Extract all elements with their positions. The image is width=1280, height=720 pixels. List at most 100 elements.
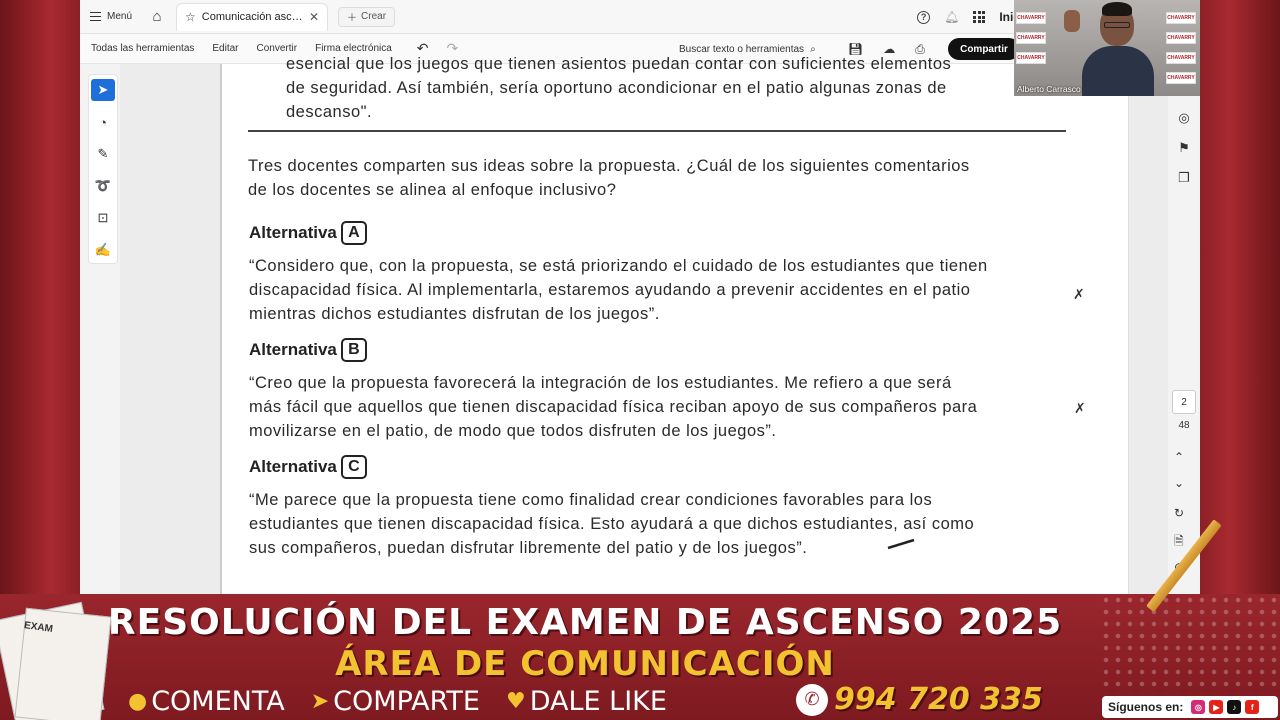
tab-document[interactable]: ☆ Comunicación ascens... ✕	[176, 2, 329, 31]
right-tool-rail: ◎ ⚑ ❐ 2 48 ⌃ ⌄ ↻ 🗎︎ ⊕	[1170, 100, 1198, 600]
presenter-avatar	[1064, 2, 1156, 96]
alternative-line: mientras dichos estudiantes disfrutan de…	[249, 305, 660, 323]
logo-icon: CHAVARRY	[1166, 12, 1196, 24]
banner-subtitle: ÁREA DE COMUNICACIÓN	[335, 644, 835, 684]
hamburger-icon	[90, 12, 101, 21]
divider-line	[248, 130, 1066, 132]
annotation-tool-rail: ➤ ◔ ✎ ➰ ⊡ ✍	[88, 74, 118, 264]
alternative-a-text: “Considero que, con la propuesta, se est…	[249, 254, 1075, 326]
banner-title: RESOLUCIÓN DEL EXAMEN DE ASCENSO 2025	[107, 602, 1063, 643]
logo-icon: CHAVARRY	[1166, 52, 1196, 64]
select-cursor-icon[interactable]: ➤	[91, 79, 115, 101]
menu-button[interactable]: Menú	[80, 0, 142, 34]
alternative-letter-box: A	[340, 221, 367, 245]
pdf-page: esencial que los juegos que tienen asien…	[220, 55, 1129, 600]
menu-label: Menú	[107, 11, 133, 22]
logo-icon: CHAVARRY	[1016, 12, 1046, 24]
comment-icon[interactable]: ◔	[91, 111, 115, 133]
page-export-icon[interactable]: 🗎︎	[1174, 532, 1184, 553]
comment-cta-label: COMENTA	[151, 685, 285, 717]
alternative-line: discapacidad física. Al implementarla, e…	[249, 281, 971, 299]
chevron-up-icon[interactable]: ⌃	[1174, 450, 1184, 464]
question-line: Tres docentes comparten sus ideas sobre …	[248, 157, 970, 175]
apps-grid-icon[interactable]	[973, 11, 986, 23]
refresh-icon[interactable]: ↻	[1174, 506, 1184, 520]
signature-icon[interactable]: ✍	[91, 239, 115, 261]
alternative-line: “Considero que, con la propuesta, se est…	[249, 257, 988, 275]
create-button[interactable]: ＋ Crear	[338, 6, 396, 27]
pages-icon[interactable]: ❐	[1174, 168, 1194, 188]
top-quote-line: de seguridad. Así también, sería oportun…	[286, 79, 947, 97]
star-icon[interactable]: ☆	[185, 10, 196, 24]
document-viewport[interactable]: esencial que los juegos que tienen asien…	[120, 55, 1168, 600]
logo-icon: CHAVARRY	[1016, 52, 1046, 64]
speech-bubble-icon: ●	[128, 688, 148, 714]
alternative-line: “Me parece que la propuesta tiene como f…	[249, 491, 933, 509]
pen-icon[interactable]: ✎	[91, 143, 115, 165]
question-text: Tres docentes comparten sus ideas sobre …	[248, 154, 1078, 202]
alternative-a-heading: Alternativa A	[249, 221, 367, 245]
logo-icon: CHAVARRY	[1016, 32, 1046, 44]
lasso-icon[interactable]: ➰	[91, 175, 115, 197]
top-quote-line: descanso".	[286, 103, 373, 121]
alternative-c-heading: Alternativa C	[249, 455, 367, 479]
alternative-c-text: “Me parece que la propuesta tiene como f…	[249, 488, 1075, 560]
tiktok-icon[interactable]: ♪	[1227, 700, 1242, 714]
alternative-line: “Creo que la propuesta favorecerá la int…	[249, 374, 952, 392]
tab-right-controls: ? 🔔︎ Inic	[917, 0, 1020, 34]
cross-mark-annotation: ✗	[1073, 286, 1085, 302]
share-cta: ➤ COMPARTE	[311, 686, 480, 717]
presenter-name: Alberto Carrasco	[1017, 84, 1081, 94]
webcam-overlay: CHAVARRY CHAVARRY CHAVARRY CHAVARRY CHAV…	[1014, 0, 1200, 96]
help-icon[interactable]: ?	[917, 10, 931, 24]
share-cta-label: COMPARTE	[333, 685, 480, 717]
follow-label: Síguenos en:	[1108, 700, 1184, 714]
alternative-word: Alternativa	[249, 340, 337, 359]
youtube-icon[interactable]: ▶	[1209, 700, 1224, 714]
like-cta-label: DALE LIKE	[529, 685, 667, 717]
alternative-b-heading: Alternativa B	[249, 338, 367, 362]
check-stroke-annotation	[887, 538, 915, 550]
top-quote: esencial que los juegos que tienen asien…	[286, 55, 1076, 124]
ai-assistant-icon[interactable]: ◎	[1174, 108, 1194, 128]
alternative-word: Alternativa	[249, 457, 337, 476]
text-box-icon[interactable]: ⊡	[91, 207, 115, 229]
logo-icon: CHAVARRY	[1166, 32, 1196, 44]
question-line: de los docentes se alinea al enfoque inc…	[248, 181, 617, 199]
home-icon[interactable]: ⌂	[142, 0, 172, 34]
instagram-icon[interactable]: ◎	[1191, 700, 1206, 714]
top-quote-line: esencial que los juegos que tienen asien…	[286, 55, 952, 73]
current-page-field[interactable]: 2	[1172, 390, 1196, 414]
create-label: Crear	[361, 11, 387, 22]
alternative-line: más fácil que aquellos que tienen discap…	[249, 398, 978, 416]
phone-icon: ✆	[796, 683, 828, 716]
tab-title: Comunicación ascens...	[201, 11, 303, 23]
phone-number: 994 720 335	[834, 682, 1043, 717]
alternative-line: sus compañeros, puedan disfrutar libreme…	[249, 539, 808, 557]
alternative-line: movilizarse en el patio, de modo que tod…	[249, 422, 777, 440]
share-arrow-icon: ➤	[310, 688, 330, 714]
plus-icon: ＋	[347, 13, 358, 24]
edit-button[interactable]: Editar	[212, 43, 238, 54]
facebook-icon[interactable]: f	[1245, 700, 1260, 714]
bookmark-icon[interactable]: ⚑	[1174, 138, 1194, 158]
like-cta: ♥ DALE LIKE	[506, 686, 667, 717]
alternative-word: Alternativa	[249, 223, 337, 242]
social-follow-bar: Síguenos en: ◎ ▶ ♪ f	[1102, 696, 1278, 718]
chevron-down-icon[interactable]: ⌄	[1174, 476, 1184, 490]
alternative-letter-box: C	[340, 455, 367, 479]
alternative-b-text: “Creo que la propuesta favorecerá la int…	[249, 371, 1075, 443]
banner-ctas: ● COMENTA ➤ COMPARTE ♥ DALE LIKE	[128, 686, 667, 717]
logo-icon: CHAVARRY	[1166, 72, 1196, 84]
heart-icon: ♥	[505, 688, 526, 714]
cross-mark-annotation: ✗	[1074, 400, 1086, 416]
close-icon[interactable]: ✕	[309, 10, 319, 24]
total-pages: 48	[1178, 420, 1190, 431]
all-tools-button[interactable]: Todas las herramientas	[91, 43, 194, 54]
phone-contact: ✆ 994 720 335	[796, 682, 1043, 717]
bell-icon[interactable]: 🔔︎	[944, 10, 959, 24]
promo-banner: EXAM RESOLUCIÓN DEL EXAMEN DE ASCENSO 20…	[0, 519, 1280, 720]
alternative-letter-box: B	[340, 338, 367, 362]
comment-cta: ● COMENTA	[128, 686, 285, 717]
alternative-line: estudiantes que tienen discapacidad físi…	[249, 515, 975, 533]
